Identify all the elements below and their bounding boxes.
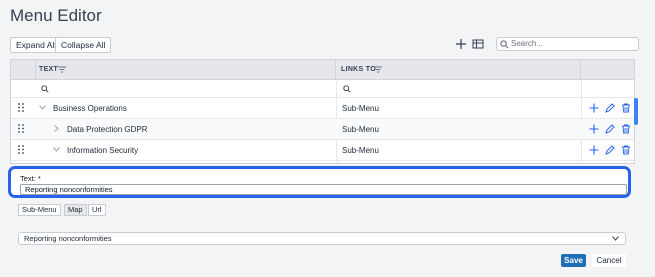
chevron-down-icon[interactable] bbox=[39, 105, 46, 110]
row-actions bbox=[589, 103, 634, 115]
add-icon[interactable] bbox=[455, 38, 467, 50]
row-text: Business Operations bbox=[53, 104, 127, 113]
delete-icon[interactable] bbox=[621, 103, 631, 113]
header-text-label: TEXT bbox=[39, 66, 59, 73]
add-icon[interactable] bbox=[589, 124, 599, 134]
edit-icon[interactable] bbox=[605, 103, 615, 113]
chevron-right-icon[interactable] bbox=[54, 125, 59, 132]
table-row[interactable]: Data Protection GDPR Sub-Menu bbox=[11, 119, 634, 140]
cancel-button[interactable]: Cancel bbox=[592, 254, 626, 267]
header-links-col[interactable]: LINKS TO bbox=[336, 60, 581, 80]
add-icon[interactable] bbox=[589, 103, 599, 113]
chevron-down-icon[interactable] bbox=[53, 147, 60, 152]
row-actions bbox=[589, 145, 634, 157]
row-actions bbox=[589, 124, 634, 136]
filter-icon[interactable] bbox=[374, 66, 382, 73]
table-row[interactable]: Information Security Sub-Menu bbox=[11, 140, 634, 161]
filter-icon[interactable] bbox=[58, 66, 66, 73]
row-links-to: Sub-Menu bbox=[342, 104, 379, 113]
row-links-to: Sub-Menu bbox=[342, 146, 379, 155]
header-handle-col bbox=[11, 60, 36, 80]
columns-icon[interactable] bbox=[472, 38, 484, 50]
row-text: Information Security bbox=[67, 146, 139, 155]
link-type-submenu-button[interactable]: Sub-Menu bbox=[18, 204, 61, 216]
collapse-all-button[interactable]: Collapse All bbox=[55, 37, 112, 53]
search-icon[interactable] bbox=[343, 85, 351, 93]
drag-handle-icon[interactable] bbox=[18, 145, 24, 154]
map-select[interactable]: Reporting nonconformities bbox=[18, 232, 626, 245]
text-field-label: Text: * bbox=[20, 174, 41, 183]
grid-header: TEXT LINKS TO bbox=[11, 60, 634, 80]
menu-grid: TEXT LINKS TO Business Operations Sub-Me… bbox=[10, 59, 635, 164]
save-button[interactable]: Save bbox=[561, 254, 586, 267]
scrollbar[interactable] bbox=[634, 98, 638, 125]
edit-icon[interactable] bbox=[605, 145, 615, 155]
drag-handle-icon[interactable] bbox=[18, 103, 24, 112]
search-input[interactable]: Search... bbox=[496, 37, 639, 51]
text-edit-panel: Text: * Reporting nonconformities bbox=[8, 166, 631, 198]
delete-icon[interactable] bbox=[621, 124, 631, 134]
edit-icon[interactable] bbox=[605, 124, 615, 134]
chevron-down-icon bbox=[612, 236, 619, 241]
header-text-col[interactable]: TEXT bbox=[36, 60, 336, 80]
row-text: Data Protection GDPR bbox=[67, 125, 148, 134]
delete-icon[interactable] bbox=[621, 145, 631, 155]
table-row[interactable]: Business Operations Sub-Menu bbox=[11, 98, 634, 119]
header-links-label: LINKS TO bbox=[341, 66, 376, 73]
search-placeholder: Search... bbox=[511, 39, 544, 48]
add-icon[interactable] bbox=[589, 145, 599, 155]
link-type-url-button[interactable]: Url bbox=[88, 204, 106, 216]
drag-handle-icon[interactable] bbox=[18, 124, 24, 133]
page-title: Menu Editor bbox=[10, 6, 102, 25]
link-type-map-button[interactable]: Map bbox=[64, 204, 87, 216]
filter-row bbox=[11, 80, 634, 98]
text-field[interactable]: Reporting nonconformities bbox=[20, 184, 627, 195]
search-icon bbox=[500, 40, 509, 49]
search-icon[interactable] bbox=[41, 85, 49, 93]
row-links-to: Sub-Menu bbox=[342, 125, 379, 134]
map-select-value: Reporting nonconformities bbox=[24, 234, 112, 243]
